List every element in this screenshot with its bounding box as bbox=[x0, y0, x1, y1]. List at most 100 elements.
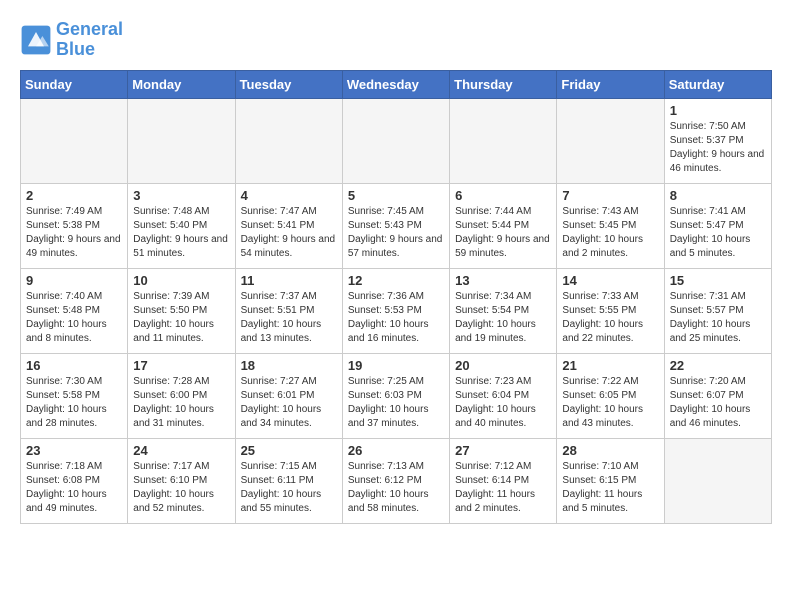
calendar-cell: 12 Sunrise: 7:36 AM Sunset: 5:53 PM Dayli… bbox=[342, 268, 449, 353]
weekday-header-row: SundayMondayTuesdayWednesdayThursdayFrid… bbox=[21, 70, 772, 98]
calendar-cell: 4 Sunrise: 7:47 AM Sunset: 5:41 PM Daylig… bbox=[235, 183, 342, 268]
day-info: Sunrise: 7:31 AM Sunset: 5:57 PM Dayligh… bbox=[670, 290, 766, 346]
calendar-cell: 11 Sunrise: 7:37 AM Sunset: 5:51 PM Dayli… bbox=[235, 268, 342, 353]
day-info: Sunrise: 7:39 AM Sunset: 5:50 PM Dayligh… bbox=[133, 290, 229, 346]
calendar-week-2: 2 Sunrise: 7:49 AM Sunset: 5:38 PM Daylig… bbox=[21, 183, 772, 268]
day-number: 5 bbox=[348, 188, 444, 203]
day-info: Sunrise: 7:12 AM Sunset: 6:14 PM Dayligh… bbox=[455, 460, 551, 516]
day-number: 13 bbox=[455, 273, 551, 288]
calendar-cell: 9 Sunrise: 7:40 AM Sunset: 5:48 PM Daylig… bbox=[21, 268, 128, 353]
day-number: 4 bbox=[241, 188, 337, 203]
calendar-cell: 5 Sunrise: 7:45 AM Sunset: 5:43 PM Daylig… bbox=[342, 183, 449, 268]
weekday-header-saturday: Saturday bbox=[664, 70, 771, 98]
calendar-cell: 7 Sunrise: 7:43 AM Sunset: 5:45 PM Daylig… bbox=[557, 183, 664, 268]
logo: General Blue bbox=[20, 20, 123, 60]
day-number: 6 bbox=[455, 188, 551, 203]
day-number: 12 bbox=[348, 273, 444, 288]
day-info: Sunrise: 7:43 AM Sunset: 5:45 PM Dayligh… bbox=[562, 205, 658, 261]
calendar-cell: 20Sunrise: 7:23 AM Sunset: 6:04 PM Dayli… bbox=[450, 353, 557, 438]
weekday-header-sunday: Sunday bbox=[21, 70, 128, 98]
day-number: 17 bbox=[133, 358, 229, 373]
calendar-cell: 3 Sunrise: 7:48 AM Sunset: 5:40 PM Daylig… bbox=[128, 183, 235, 268]
day-number: 24 bbox=[133, 443, 229, 458]
day-info: Sunrise: 7:23 AM Sunset: 6:04 PM Dayligh… bbox=[455, 375, 551, 431]
calendar-cell bbox=[21, 98, 128, 183]
day-number: 25 bbox=[241, 443, 337, 458]
calendar-cell: 10 Sunrise: 7:39 AM Sunset: 5:50 PM Dayli… bbox=[128, 268, 235, 353]
day-info: Sunrise: 7:10 AM Sunset: 6:15 PM Dayligh… bbox=[562, 460, 658, 516]
day-info: Sunrise: 7:44 AM Sunset: 5:44 PM Dayligh… bbox=[455, 205, 551, 261]
calendar-cell: 24 Sunrise: 7:17 AM Sunset: 6:10 PM Dayli… bbox=[128, 438, 235, 523]
calendar-cell bbox=[235, 98, 342, 183]
calendar-cell: 18 Sunrise: 7:27 AM Sunset: 6:01 PM Dayli… bbox=[235, 353, 342, 438]
day-number: 2 bbox=[26, 188, 122, 203]
day-number: 7 bbox=[562, 188, 658, 203]
weekday-header-monday: Monday bbox=[128, 70, 235, 98]
calendar-cell: 21 Sunrise: 7:22 AM Sunset: 6:05 PM Dayli… bbox=[557, 353, 664, 438]
weekday-header-thursday: Thursday bbox=[450, 70, 557, 98]
day-number: 27 bbox=[455, 443, 551, 458]
day-number: 23 bbox=[26, 443, 122, 458]
calendar-cell: 1 Sunrise: 7:50 AM Sunset: 5:37 PM Daylig… bbox=[664, 98, 771, 183]
day-info: Sunrise: 7:25 AM Sunset: 6:03 PM Dayligh… bbox=[348, 375, 444, 431]
weekday-header-friday: Friday bbox=[557, 70, 664, 98]
day-number: 10 bbox=[133, 273, 229, 288]
calendar-cell: 8 Sunrise: 7:41 AM Sunset: 5:47 PM Daylig… bbox=[664, 183, 771, 268]
day-info: Sunrise: 7:37 AM Sunset: 5:51 PM Dayligh… bbox=[241, 290, 337, 346]
calendar-cell: 6 Sunrise: 7:44 AM Sunset: 5:44 PM Daylig… bbox=[450, 183, 557, 268]
weekday-header-wednesday: Wednesday bbox=[342, 70, 449, 98]
day-info: Sunrise: 7:27 AM Sunset: 6:01 PM Dayligh… bbox=[241, 375, 337, 431]
day-number: 28 bbox=[562, 443, 658, 458]
day-info: Sunrise: 7:41 AM Sunset: 5:47 PM Dayligh… bbox=[670, 205, 766, 261]
calendar-cell: 25 Sunrise: 7:15 AM Sunset: 6:11 PM Dayli… bbox=[235, 438, 342, 523]
calendar-cell bbox=[557, 98, 664, 183]
calendar-cell: 23Sunrise: 7:18 AM Sunset: 6:08 PM Dayli… bbox=[21, 438, 128, 523]
day-info: Sunrise: 7:47 AM Sunset: 5:41 PM Dayligh… bbox=[241, 205, 337, 261]
calendar-cell bbox=[450, 98, 557, 183]
logo-text: General Blue bbox=[56, 20, 123, 60]
day-info: Sunrise: 7:40 AM Sunset: 5:48 PM Dayligh… bbox=[26, 290, 122, 346]
day-number: 15 bbox=[670, 273, 766, 288]
day-number: 18 bbox=[241, 358, 337, 373]
calendar-cell: 22Sunrise: 7:20 AM Sunset: 6:07 PM Dayli… bbox=[664, 353, 771, 438]
calendar-week-3: 9 Sunrise: 7:40 AM Sunset: 5:48 PM Daylig… bbox=[21, 268, 772, 353]
day-info: Sunrise: 7:48 AM Sunset: 5:40 PM Dayligh… bbox=[133, 205, 229, 261]
calendar-table: SundayMondayTuesdayWednesdayThursdayFrid… bbox=[20, 70, 772, 524]
day-number: 14 bbox=[562, 273, 658, 288]
calendar-cell: 28 Sunrise: 7:10 AM Sunset: 6:15 PM Dayli… bbox=[557, 438, 664, 523]
day-number: 19 bbox=[348, 358, 444, 373]
calendar-cell: 2 Sunrise: 7:49 AM Sunset: 5:38 PM Daylig… bbox=[21, 183, 128, 268]
day-number: 1 bbox=[670, 103, 766, 118]
day-info: Sunrise: 7:30 AM Sunset: 5:58 PM Dayligh… bbox=[26, 375, 122, 431]
calendar-cell bbox=[664, 438, 771, 523]
calendar-cell bbox=[128, 98, 235, 183]
calendar-week-5: 23Sunrise: 7:18 AM Sunset: 6:08 PM Dayli… bbox=[21, 438, 772, 523]
calendar-cell: 15 Sunrise: 7:31 AM Sunset: 5:57 PM Dayli… bbox=[664, 268, 771, 353]
day-info: Sunrise: 7:45 AM Sunset: 5:43 PM Dayligh… bbox=[348, 205, 444, 261]
day-number: 16 bbox=[26, 358, 122, 373]
day-number: 9 bbox=[26, 273, 122, 288]
day-info: Sunrise: 7:15 AM Sunset: 6:11 PM Dayligh… bbox=[241, 460, 337, 516]
weekday-header-tuesday: Tuesday bbox=[235, 70, 342, 98]
calendar-cell: 14 Sunrise: 7:33 AM Sunset: 5:55 PM Dayli… bbox=[557, 268, 664, 353]
day-number: 8 bbox=[670, 188, 766, 203]
day-info: Sunrise: 7:50 AM Sunset: 5:37 PM Dayligh… bbox=[670, 120, 766, 176]
logo-icon bbox=[20, 24, 52, 56]
day-info: Sunrise: 7:28 AM Sunset: 6:00 PM Dayligh… bbox=[133, 375, 229, 431]
day-info: Sunrise: 7:49 AM Sunset: 5:38 PM Dayligh… bbox=[26, 205, 122, 261]
day-info: Sunrise: 7:33 AM Sunset: 5:55 PM Dayligh… bbox=[562, 290, 658, 346]
day-number: 3 bbox=[133, 188, 229, 203]
day-info: Sunrise: 7:17 AM Sunset: 6:10 PM Dayligh… bbox=[133, 460, 229, 516]
day-info: Sunrise: 7:22 AM Sunset: 6:05 PM Dayligh… bbox=[562, 375, 658, 431]
day-number: 22 bbox=[670, 358, 766, 373]
calendar-cell: 26Sunrise: 7:13 AM Sunset: 6:12 PM Dayli… bbox=[342, 438, 449, 523]
calendar-cell: 27 Sunrise: 7:12 AM Sunset: 6:14 PM Dayli… bbox=[450, 438, 557, 523]
day-number: 21 bbox=[562, 358, 658, 373]
calendar-week-4: 16 Sunrise: 7:30 AM Sunset: 5:58 PM Dayli… bbox=[21, 353, 772, 438]
calendar-cell: 17 Sunrise: 7:28 AM Sunset: 6:00 PM Dayli… bbox=[128, 353, 235, 438]
day-number: 11 bbox=[241, 273, 337, 288]
day-info: Sunrise: 7:36 AM Sunset: 5:53 PM Dayligh… bbox=[348, 290, 444, 346]
calendar-cell: 19 Sunrise: 7:25 AM Sunset: 6:03 PM Dayli… bbox=[342, 353, 449, 438]
calendar-cell bbox=[342, 98, 449, 183]
day-info: Sunrise: 7:13 AM Sunset: 6:12 PM Dayligh… bbox=[348, 460, 444, 516]
